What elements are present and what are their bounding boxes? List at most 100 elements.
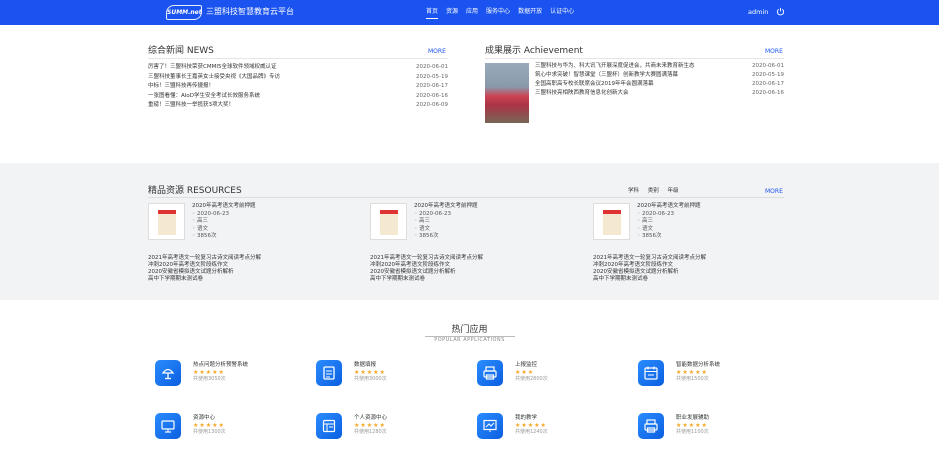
news-item-title: 厉害了！三盟科技荣获CMMI5全球软件领域权威认证 — [148, 64, 277, 70]
resource-link[interactable]: 2020安徽省模拟语文试题分析解析 — [593, 269, 706, 276]
filter-grade[interactable]: 年级 — [668, 188, 679, 194]
news-more-link[interactable]: MORE — [428, 48, 446, 56]
resources-more-link[interactable]: MORE — [765, 188, 783, 196]
filter-subject[interactable]: 学科 — [628, 188, 639, 194]
resource-card[interactable]: 2020年高考语文考前押题 2020-06-23 高三 语文 3856次 202… — [593, 203, 773, 287]
app-tile[interactable]: 职业发展辅助 ★★★★★ 共使用1100次 — [638, 413, 778, 447]
resource-title[interactable]: 2020年高考语文考前押题 — [414, 203, 478, 211]
app-usage-count: 共使用1300次 — [193, 429, 226, 435]
resource-subject: 语文 — [637, 226, 701, 234]
achievement-divider — [485, 58, 784, 59]
app-usage-count: 共使用1100次 — [676, 429, 709, 435]
app-usage-count: 共使用3050次 — [193, 376, 226, 382]
news-item[interactable]: 重磅！三盟科技一举揽获3项大奖！ 2020-06-09 — [148, 101, 448, 111]
news-item-title: 中标！三盟科技再传捷报！ — [148, 83, 215, 90]
resource-grade: 高三 — [192, 218, 256, 226]
news-item[interactable]: 三盟科技董事长王嘉英女士接受央视《大国品牌》专访 2020-05-19 — [148, 73, 448, 83]
resource-date: 2020-06-23 — [637, 211, 701, 219]
resource-views: 3856次 — [414, 233, 478, 241]
nav-home[interactable]: 首页 — [426, 7, 439, 19]
resource-link[interactable]: 2021年高考语文一轮复习古诗文阅读考点分解 — [593, 255, 706, 262]
presentation-icon[interactable] — [477, 413, 503, 439]
lamp-icon[interactable] — [155, 360, 181, 386]
achievement-section-title: 成果展示 Achievement — [485, 46, 583, 56]
achievement-item-date: 2020-06-17 — [752, 81, 784, 87]
news-item-title: 一张图看懂：AIoD学生安全考试长效服务系统 — [148, 92, 260, 99]
resource-date: 2020-06-23 — [192, 211, 256, 219]
achievement-more-link[interactable]: MORE — [765, 48, 783, 56]
nav-data-open[interactable]: 数据开放 — [518, 7, 542, 19]
nav-service-center[interactable]: 服务中心 — [486, 7, 510, 19]
app-name[interactable]: 我的教学 — [515, 415, 537, 422]
app-tile[interactable]: 智能数据分析系统 ★★★★★ 共使用1500次 — [638, 360, 778, 394]
filter-category[interactable]: 类别 — [648, 188, 659, 194]
app-tile[interactable]: 我的教学 ★★★★★ 共使用1240次 — [477, 413, 617, 447]
app-name[interactable]: 智能数据分析系统 — [676, 362, 720, 369]
app-name[interactable]: 个人资源中心 — [354, 415, 387, 422]
resource-thumbnail[interactable] — [148, 203, 185, 240]
resource-link[interactable]: 2021年高考语文一轮复习古诗文阅读考点分解 — [370, 255, 483, 262]
resource-links: 2021年高考语文一轮复习古诗文阅读考点分解 冲刺2020年高考语文阶段练作文 … — [593, 255, 706, 283]
resource-link[interactable]: 2021年高考语文一轮复习古诗文阅读考点分解 — [148, 255, 261, 262]
resource-link[interactable]: 高中下学期期末测试卷 — [370, 276, 483, 283]
app-tile[interactable]: 个人资源中心 ★★★★★ 共使用1280次 — [316, 413, 456, 447]
main-nav: 首页 资源 应用 服务中心 数据开放 认证中心 — [426, 7, 582, 19]
app-tile[interactable]: 热点问题分析预警系统 ★★★★★ 共使用3050次 — [155, 360, 295, 394]
resource-link[interactable]: 高中下学期期末测试卷 — [593, 276, 706, 283]
document-grid-icon[interactable] — [316, 413, 342, 439]
app-name[interactable]: 上报监控 — [515, 362, 537, 369]
resource-meta: 2020年高考语文考前押题 2020-06-23 高三 语文 3856次 — [192, 203, 256, 241]
app-name[interactable]: 热点问题分析预警系统 — [193, 362, 248, 369]
form-fill-icon[interactable] — [316, 360, 342, 386]
app-name[interactable]: 数据填报 — [354, 362, 376, 369]
achievement-photo[interactable] — [485, 63, 529, 123]
app-rating-stars: ★★★★★ — [354, 422, 386, 429]
power-icon[interactable] — [776, 7, 785, 16]
calendar-icon[interactable] — [638, 360, 664, 386]
summ-logo[interactable]: SUMM.net — [166, 5, 202, 20]
resource-links: 2021年高考语文一轮复习古诗文阅读考点分解 冲刺2020年高考语文阶段练作文 … — [148, 255, 261, 283]
resource-link[interactable]: 高中下学期期末测试卷 — [148, 276, 261, 283]
resource-link[interactable]: 冲刺2020年高考语文阶段练作文 — [370, 262, 483, 269]
nav-auth-center[interactable]: 认证中心 — [550, 7, 574, 19]
printer-icon[interactable] — [638, 413, 664, 439]
printer-icon[interactable] — [477, 360, 503, 386]
app-rating-stars: ★★★★★ — [354, 369, 386, 376]
nav-resources[interactable]: 资源 — [446, 7, 458, 19]
hot-apps-title: 热门应用 — [451, 325, 488, 335]
resource-card[interactable]: 2020年高考语文考前押题 2020-06-23 高三 语文 3856次 202… — [148, 203, 328, 287]
news-item[interactable]: 厉害了！三盟科技荣获CMMI5全球软件领域权威认证 2020-06-01 — [148, 63, 448, 73]
resource-link[interactable]: 冲刺2020年高考语文阶段练作文 — [148, 262, 261, 269]
resource-date: 2020-06-23 — [414, 211, 478, 219]
resource-link[interactable]: 冲刺2020年高考语文阶段练作文 — [593, 262, 706, 269]
resource-title[interactable]: 2020年高考语文考前押题 — [637, 203, 701, 211]
app-tile[interactable]: 上报监控 ★★★ 共使用2800次 — [477, 360, 617, 394]
app-rating-stars: ★★★★★ — [193, 369, 225, 376]
nav-applications[interactable]: 应用 — [466, 7, 478, 19]
achievement-item[interactable]: 三盟科技亮相陕西教育信息化创新大会 2020-06-16 — [535, 90, 784, 97]
site-name: 三盟科技智慧教育云平台 — [206, 7, 294, 16]
achievement-item[interactable]: 全国高职高专校长联席会议2019年年会圆满落幕 2020-06-17 — [535, 81, 784, 88]
top-navigation-bar: SUMM.net 三盟科技智慧教育云平台 首页 资源 应用 服务中心 数据开放 … — [0, 0, 939, 25]
resource-card[interactable]: 2020年高考语文考前押题 2020-06-23 高三 语文 3856次 202… — [370, 203, 550, 287]
resource-thumbnail[interactable] — [593, 203, 630, 240]
app-usage-count: 共使用3000次 — [354, 376, 387, 382]
news-item-title: 三盟科技董事长王嘉英女士接受央视《大国品牌》专访 — [148, 73, 281, 80]
app-name[interactable]: 资源中心 — [193, 415, 215, 422]
app-tile[interactable]: 数据填报 ★★★★★ 共使用3000次 — [316, 360, 456, 394]
resource-link[interactable]: 2020安徽省模拟语文试题分析解析 — [148, 269, 261, 276]
achievement-item[interactable]: 三盟科技与华为、科大讯飞开展深度促进会，共商未来教育新生态 2020-06-01 — [535, 63, 784, 70]
achievement-item-date: 2020-06-16 — [752, 90, 784, 96]
news-section-title: 综合新闻 NEWS — [148, 46, 214, 56]
app-name[interactable]: 职业发展辅助 — [676, 415, 709, 422]
news-item[interactable]: 一张图看懂：AIoD学生安全考试长效服务系统 2020-06-16 — [148, 92, 448, 102]
resource-title[interactable]: 2020年高考语文考前押题 — [192, 203, 256, 211]
achievement-item-title: 三盟科技与华为、科大讯飞开展深度促进会，共商未来教育新生态 — [535, 63, 695, 69]
achievement-item[interactable]: 筑心中求突破！智慧课堂（三盟杯）创新教学大赛圆满落幕 2020-05-19 — [535, 72, 784, 79]
resource-thumbnail[interactable] — [370, 203, 407, 240]
app-tile[interactable]: 资源中心 ★★★★★ 共使用1300次 — [155, 413, 295, 447]
news-item[interactable]: 中标！三盟科技再传捷报！ 2020-06-17 — [148, 82, 448, 92]
user-name[interactable]: admin — [748, 7, 768, 17]
monitor-icon[interactable] — [155, 413, 181, 439]
resource-link[interactable]: 2020安徽省模拟语文试题分析解析 — [370, 269, 483, 276]
